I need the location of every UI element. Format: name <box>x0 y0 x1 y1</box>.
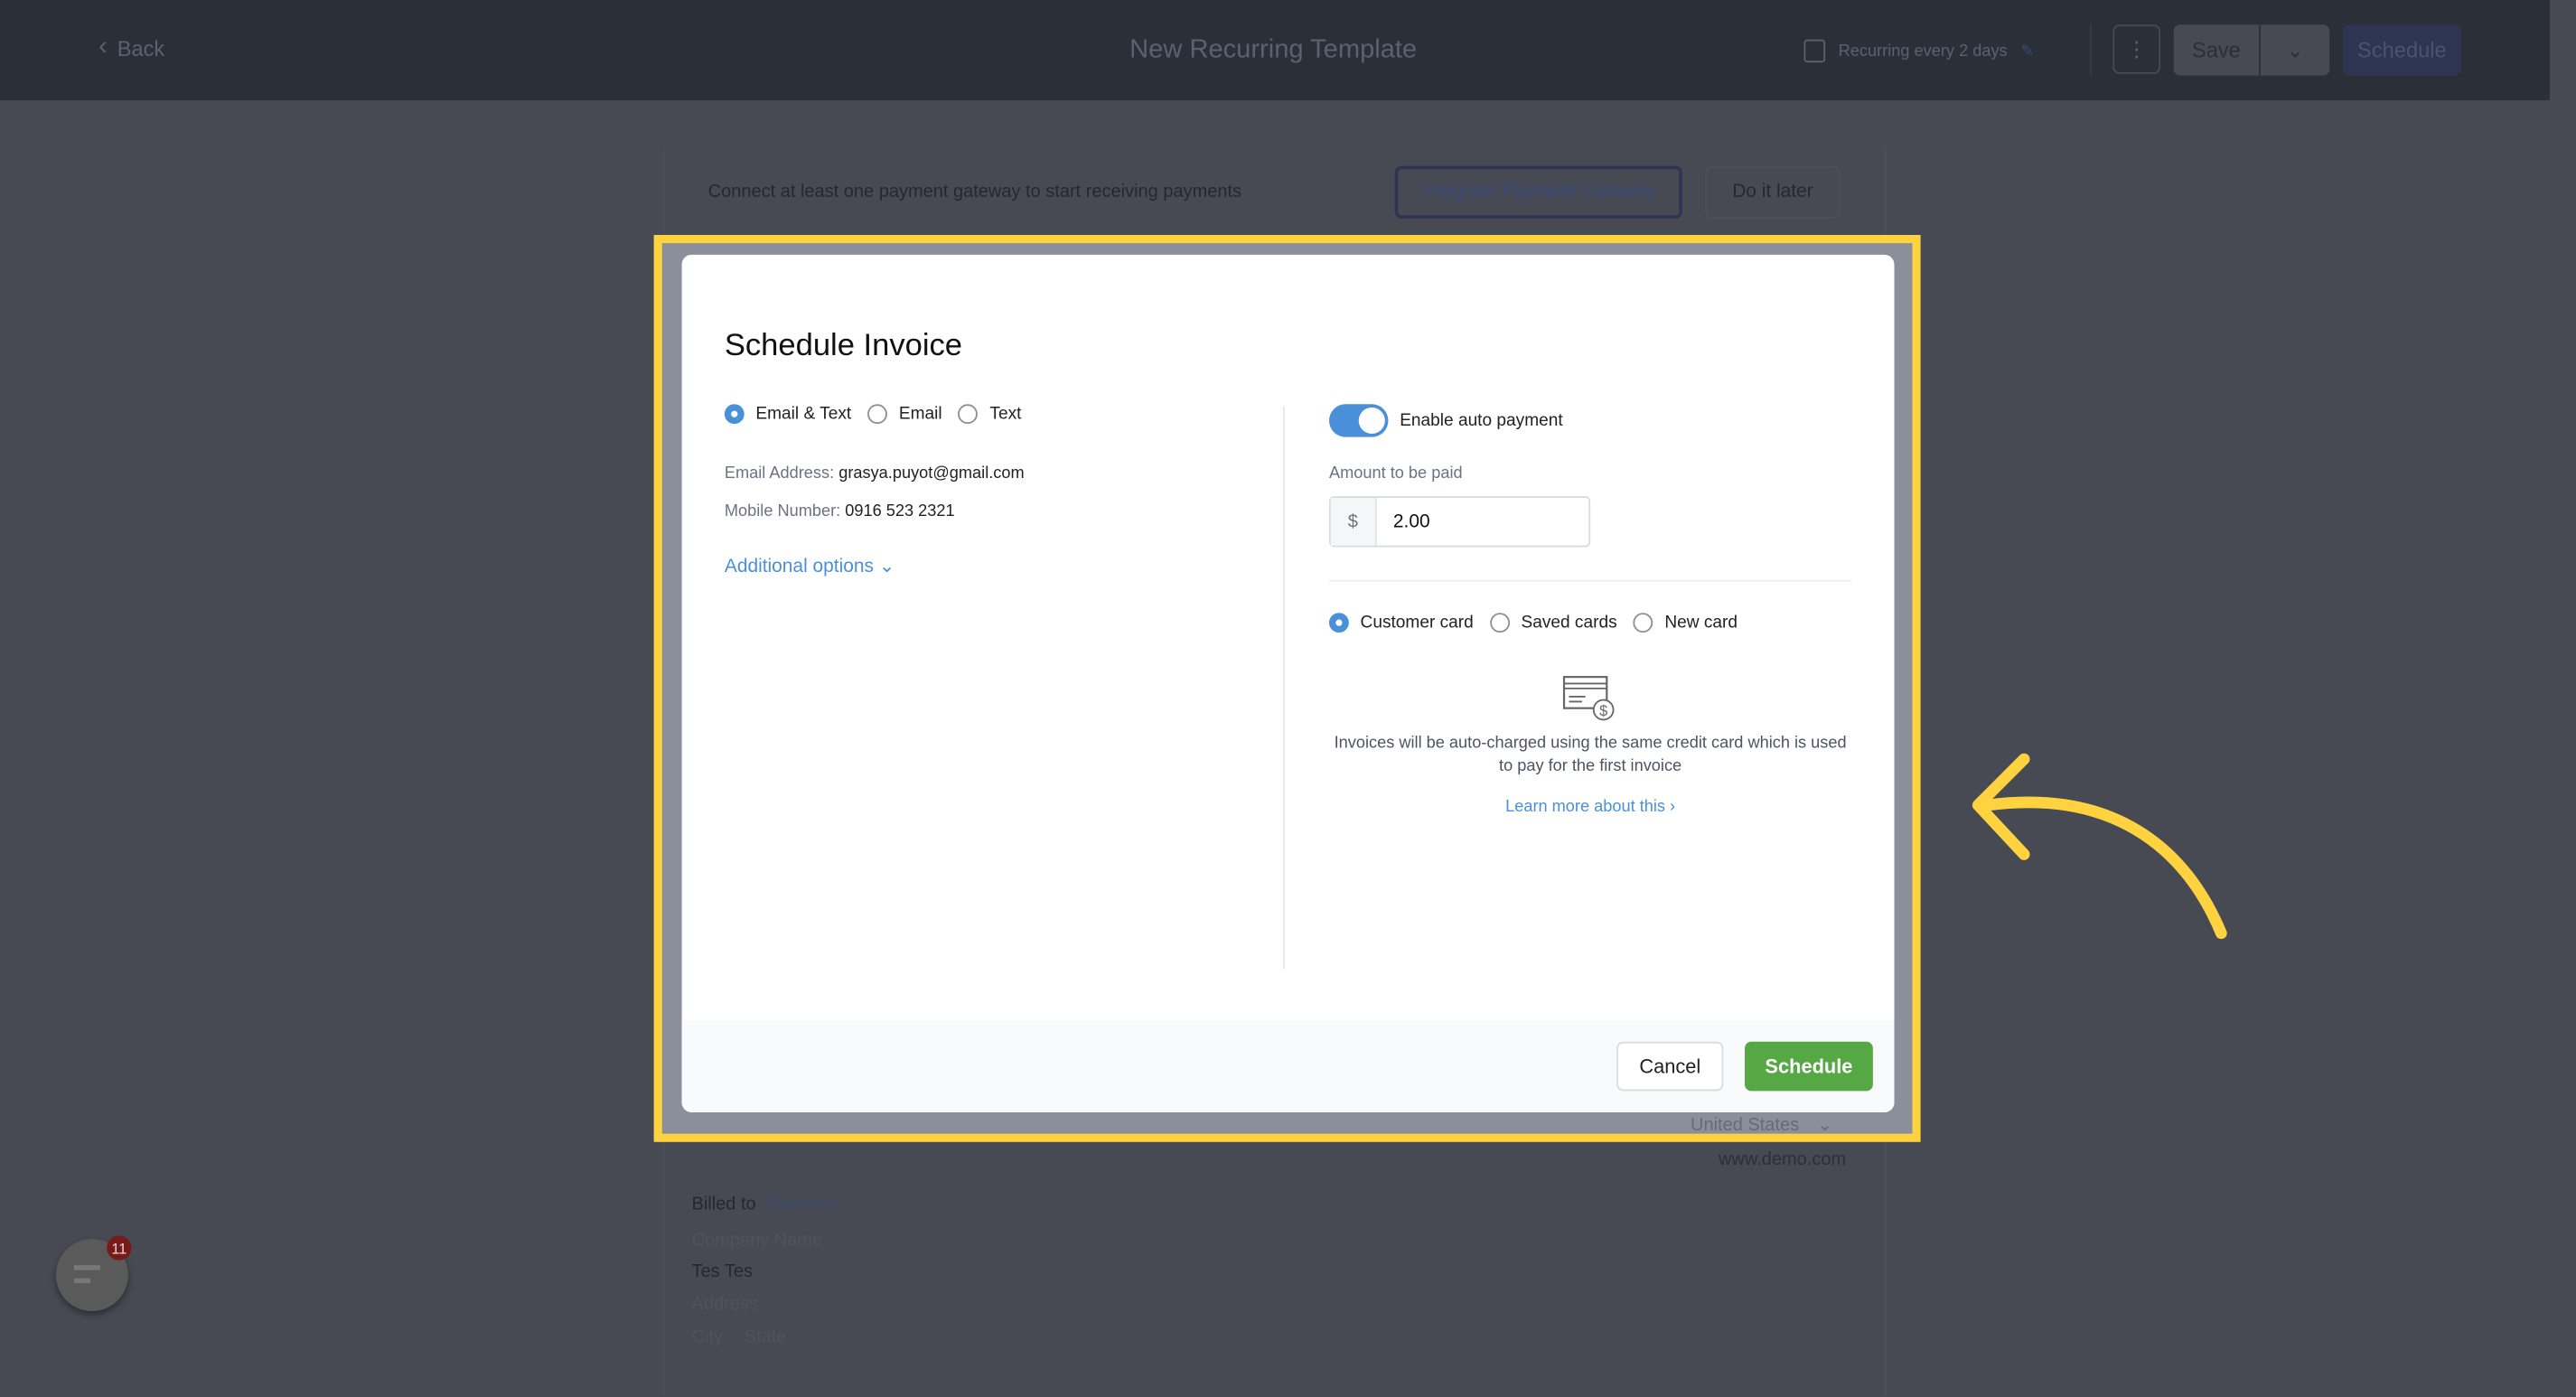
auto-payment-row: Enable auto payment <box>1329 404 1563 437</box>
radio-selected-icon <box>1329 613 1349 633</box>
modal-title: Schedule Invoice <box>724 328 963 363</box>
chevron-down-icon: ⌄ <box>2286 36 2305 62</box>
back-button[interactable]: ‹ Back <box>98 33 164 62</box>
annotation-arrow-icon <box>1972 753 2227 940</box>
mobile-value: 0916 523 2321 <box>845 502 955 521</box>
recurring-card-charge-icon: $ <box>1562 676 1615 721</box>
mobile-label: Mobile Number: <box>724 502 841 521</box>
city-state-row: City State <box>692 1327 787 1347</box>
currency-prefix: $ <box>1330 497 1377 546</box>
chat-icon-line <box>73 1278 91 1284</box>
mobile-row: Mobile Number: 0916 523 2321 <box>725 502 955 520</box>
send-method-group: Email & Text Email Text <box>724 404 1022 425</box>
save-button[interactable]: Save <box>2173 24 2260 76</box>
chat-icon <box>73 1265 100 1270</box>
modal-footer: Cancel Schedule <box>681 1020 1895 1112</box>
toggle-knob <box>1358 407 1385 435</box>
do-it-later-button[interactable]: Do it later <box>1705 165 1841 219</box>
radio-icon <box>1489 613 1510 633</box>
section-divider <box>1329 579 1852 582</box>
radio-icon <box>867 404 888 425</box>
amount-label: Amount to be paid <box>1329 464 1463 483</box>
page-title: New Recurring Template <box>1129 36 1418 64</box>
radio-selected-icon <box>724 404 745 425</box>
additional-options-label: Additional options <box>724 557 874 577</box>
radio-label: Email & Text <box>755 404 852 425</box>
card-option-group: Customer card Saved cards New card <box>1329 613 1738 633</box>
learn-more-label: Learn more about this <box>1505 798 1665 817</box>
svg-text:$: $ <box>1599 703 1607 719</box>
state-field[interactable]: State <box>745 1327 787 1347</box>
auto-payment-label: Enable auto payment <box>1400 410 1563 431</box>
radio-customer-card[interactable]: Customer card <box>1329 613 1474 633</box>
address-field[interactable]: Address <box>692 1295 758 1315</box>
recurring-info[interactable]: Recurring every 2 days ✎ <box>1803 39 2035 63</box>
integrate-gateway-button[interactable]: Integrate Payment Gateway <box>1394 165 1682 219</box>
customer-name: Tes Tes <box>691 1261 753 1282</box>
radio-icon <box>958 404 979 425</box>
calendar-icon <box>1803 39 1826 63</box>
pencil-icon: ✎ <box>2020 42 2035 61</box>
chat-button[interactable]: 11 <box>55 1235 132 1312</box>
back-label: Back <box>117 35 165 61</box>
chevron-down-icon: ⌄ <box>878 557 895 577</box>
radio-text[interactable]: Text <box>958 404 1022 425</box>
chevron-right-icon: › <box>1670 798 1676 817</box>
country-select[interactable]: United States ⌄ <box>1691 1114 1832 1136</box>
chevron-down-icon: ⌄ <box>1817 1115 1833 1136</box>
top-header: ‹ Back New Recurring Template Recurring … <box>0 0 2551 100</box>
city-field[interactable]: City <box>692 1327 723 1347</box>
country-value: United States <box>1691 1115 1800 1136</box>
remove-link[interactable]: Remove <box>768 1195 835 1214</box>
more-options-button[interactable]: ⋮ <box>2112 24 2161 74</box>
auto-charge-info: Invoices will be auto-charged using the … <box>1334 734 1847 775</box>
column-divider <box>1283 406 1285 970</box>
learn-more-link[interactable]: Learn more about this › <box>1329 799 1851 817</box>
radio-label: Text <box>989 404 1022 425</box>
email-label: Email Address: <box>724 464 835 483</box>
billed-to-label: Billed to <box>691 1194 756 1214</box>
radio-label: Saved cards <box>1521 613 1617 633</box>
radio-label: Email <box>898 404 942 425</box>
radio-label: New card <box>1664 613 1738 633</box>
email-value: grasya.puyot@gmail.com <box>838 464 1025 483</box>
scrollbar[interactable] <box>2550 0 2576 1367</box>
billed-to-row: Billed to Remove <box>692 1195 836 1214</box>
notification-badge: 11 <box>107 1235 132 1261</box>
radio-email-text[interactable]: Email & Text <box>724 404 852 425</box>
radio-label: Customer card <box>1360 613 1474 633</box>
recurring-label: Recurring every 2 days <box>1838 42 2008 61</box>
save-dropdown-button[interactable]: ⌄ <box>2260 24 2330 76</box>
chevron-left-icon: ‹ <box>98 33 108 61</box>
amount-input[interactable]: $ 2.00 <box>1329 496 1591 548</box>
radio-saved-cards[interactable]: Saved cards <box>1489 613 1617 633</box>
cancel-button[interactable]: Cancel <box>1616 1041 1724 1092</box>
amount-value: 2.00 <box>1392 511 1430 532</box>
schedule-invoice-modal: Schedule Invoice Email & Text Email Text… <box>681 254 1895 1112</box>
kebab-icon: ⋮ <box>2125 36 2148 61</box>
auto-payment-toggle[interactable] <box>1329 404 1389 437</box>
radio-icon <box>1633 613 1653 633</box>
divider <box>2089 24 2092 76</box>
header-schedule-button[interactable]: Schedule <box>2342 24 2461 76</box>
schedule-button[interactable]: Schedule <box>1745 1041 1873 1092</box>
radio-new-card[interactable]: New card <box>1633 613 1738 633</box>
additional-options-link[interactable]: Additional options ⌄ <box>725 554 895 577</box>
gateway-banner-text: Connect at least one payment gateway to … <box>707 182 1242 202</box>
website-text: www.demo.com <box>1718 1149 1847 1170</box>
company-name-field[interactable]: Company Name <box>692 1231 823 1251</box>
radio-email[interactable]: Email <box>867 404 942 425</box>
email-row: Email Address: grasya.puyot@gmail.com <box>725 465 1025 483</box>
